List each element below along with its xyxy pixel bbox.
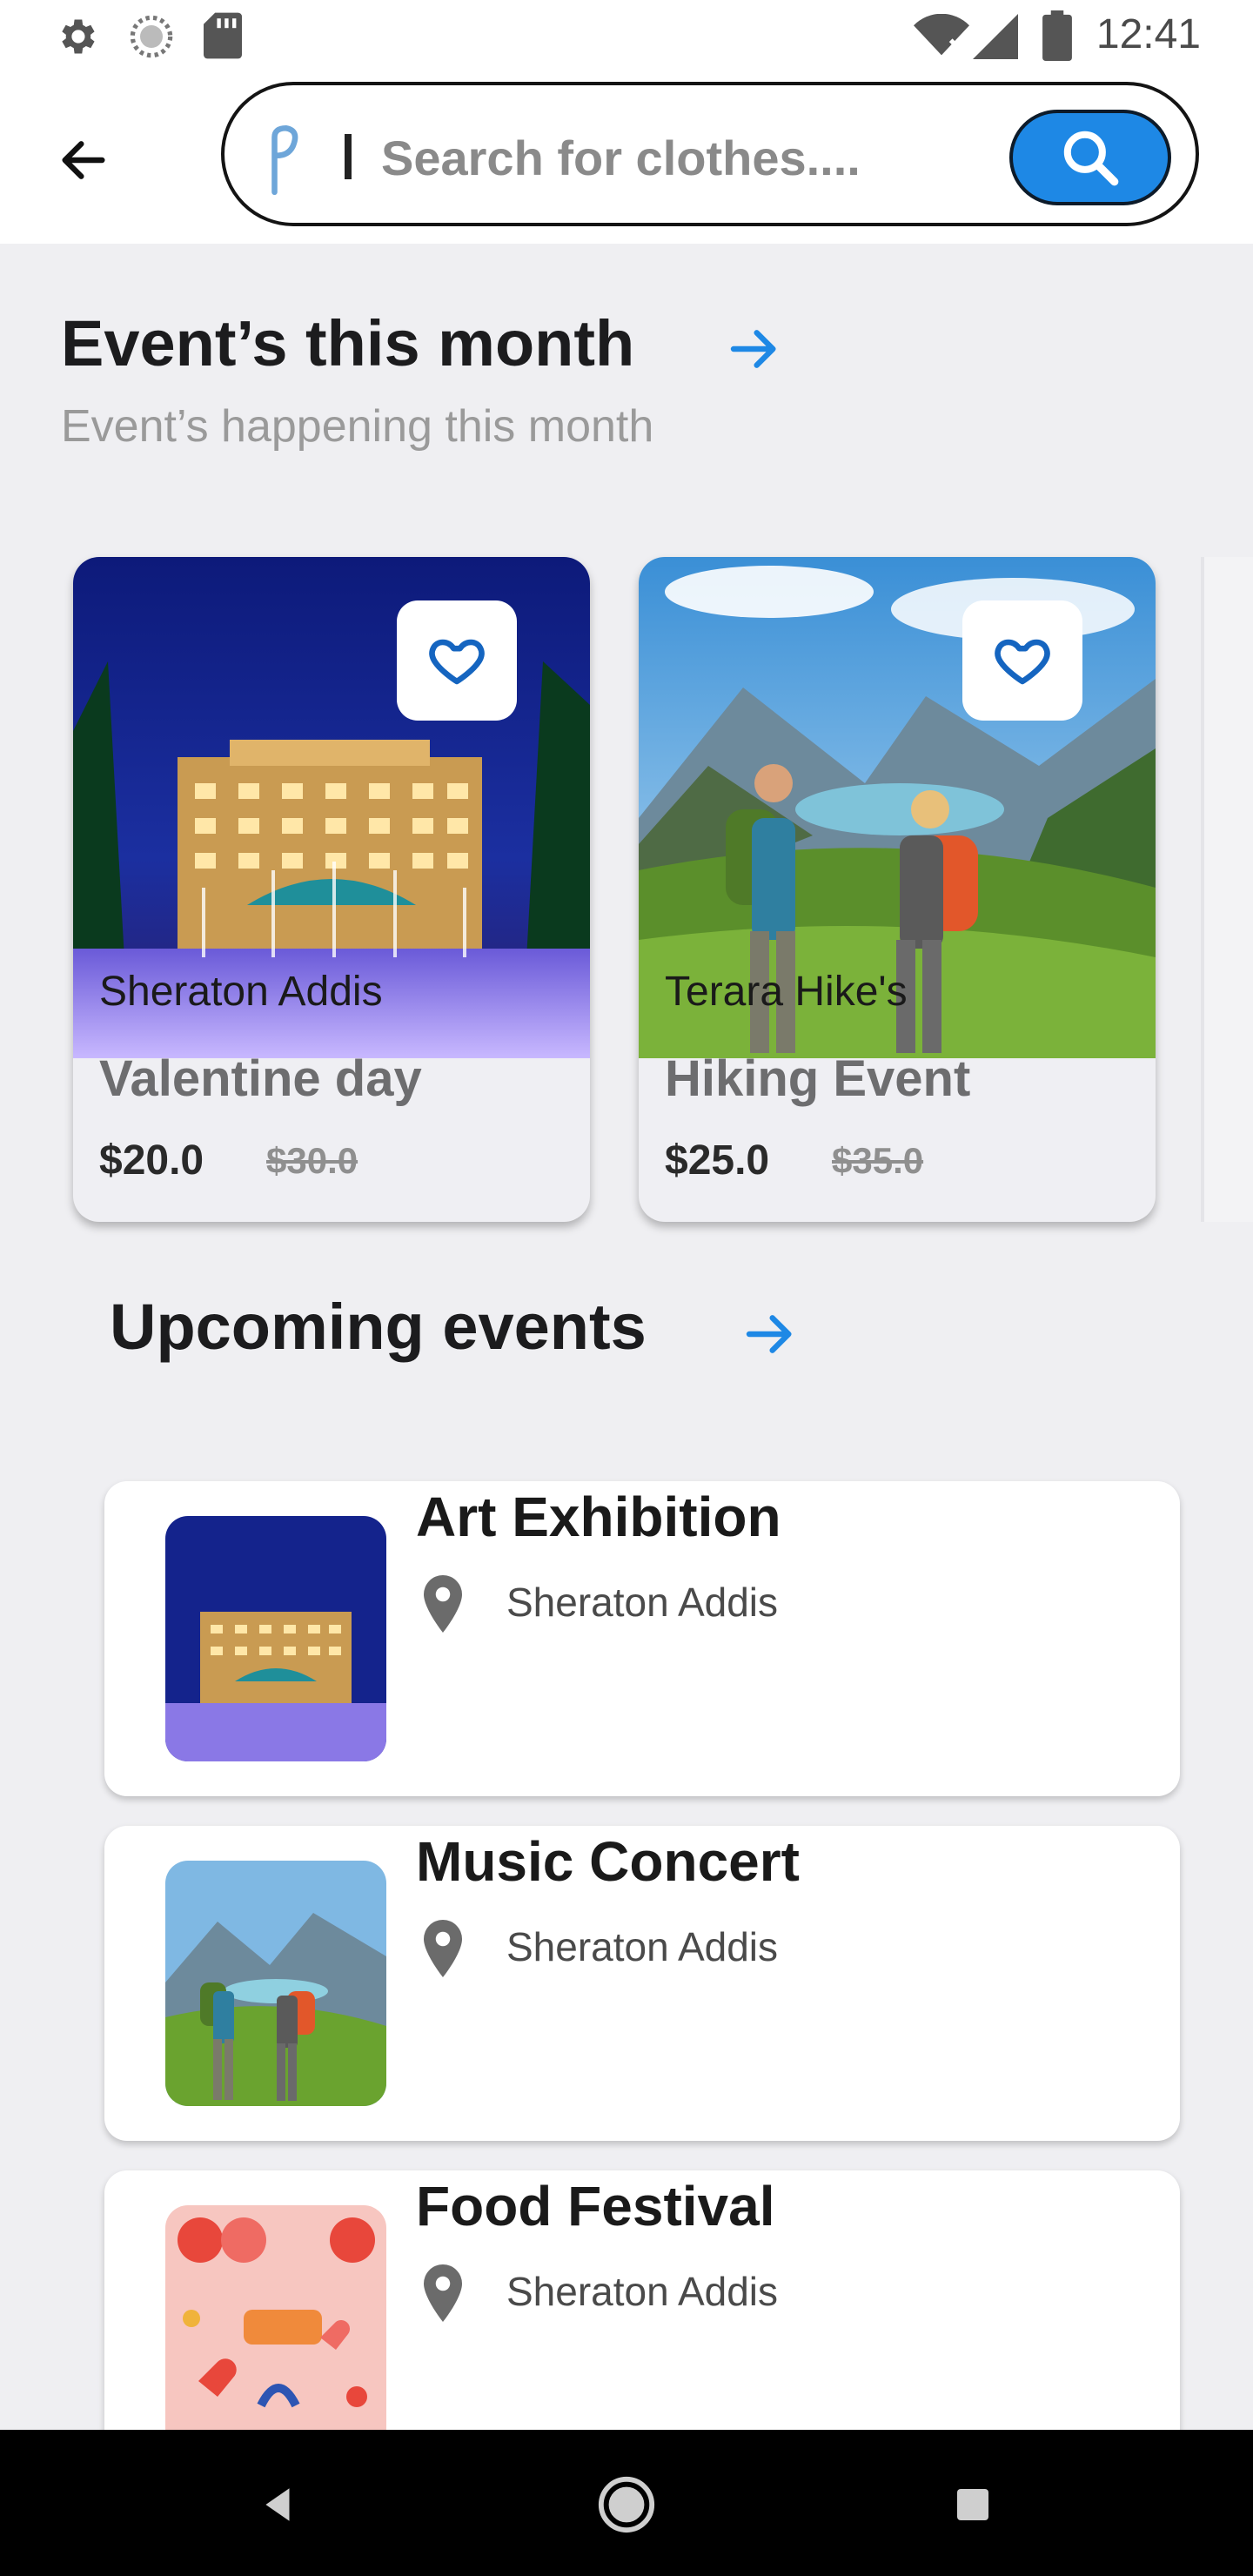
status-bar: 12:41: [0, 0, 1253, 73]
event-title: Music Concert: [416, 1830, 800, 1893]
event-title: Art Exhibition: [416, 1486, 781, 1548]
location-pin-icon: [424, 1920, 462, 1977]
list-item[interactable]: Art Exhibition Sheraton Addis: [104, 1481, 1180, 1796]
event-venue: Sheraton Addis: [506, 2269, 779, 2314]
event-card[interactable]: Sheraton Addis Valentine day $20.0 $30.0: [73, 557, 590, 1222]
nav-back-button[interactable]: [244, 2470, 313, 2539]
search-input[interactable]: [379, 122, 870, 193]
event-price: $25.0: [665, 1137, 770, 1184]
favorite-button[interactable]: [397, 600, 517, 721]
arrow-left-icon: [62, 141, 105, 179]
gear-icon: [62, 19, 95, 54]
heart-icon: [429, 639, 485, 685]
back-button[interactable]: [49, 125, 118, 195]
event-card-peek[interactable]: [1201, 557, 1253, 1222]
event-thumbnail: [165, 2205, 386, 2451]
app-header: [0, 73, 1253, 244]
favorite-button[interactable]: [962, 600, 1082, 721]
heart-icon: [995, 639, 1050, 685]
signal-icon: [973, 14, 1018, 59]
event-venue: Sheraton Addis: [99, 969, 383, 1015]
system-nav-bar: [0, 2430, 1253, 2576]
recents-square-icon: [957, 2489, 988, 2520]
event-price: $20.0: [99, 1137, 204, 1184]
location-pin-icon: [424, 2264, 462, 2322]
event-old-price: $35.0: [832, 1140, 924, 1181]
event-title: Food Festival: [416, 2175, 775, 2237]
event-venue: Sheraton Addis: [506, 1924, 779, 1969]
nav-recents-button[interactable]: [938, 2470, 1008, 2539]
search-icon: [1063, 131, 1119, 186]
see-all-month-button[interactable]: [724, 319, 785, 379]
section-title-month: Event’s this month: [61, 307, 635, 379]
section-title-upcoming: Upcoming events: [110, 1291, 647, 1363]
event-card[interactable]: Terara Hike's Hiking Event $25.0 $35.0: [639, 557, 1156, 1222]
arrow-right-icon: [730, 330, 776, 368]
sync-icon: [130, 15, 173, 58]
brand-logo-icon: [271, 124, 298, 196]
battery-icon: [1042, 10, 1072, 61]
search-bar[interactable]: [221, 82, 1199, 226]
arrow-right-icon: [746, 1315, 792, 1353]
section-subtitle-month: Event’s happening this month: [61, 401, 654, 452]
event-thumbnail: [165, 1516, 386, 1761]
wifi-icon: [914, 14, 969, 56]
status-time: 12:41: [1096, 11, 1201, 57]
text-cursor: [345, 134, 352, 179]
list-item[interactable]: Music Concert Sheraton Addis: [104, 1826, 1180, 2141]
location-pin-icon: [424, 1575, 462, 1633]
event-thumbnail: [165, 1861, 386, 2106]
back-triangle-icon: [265, 2488, 290, 2521]
nav-home-button[interactable]: [592, 2470, 661, 2539]
sd-card-icon: [204, 12, 242, 59]
event-name: Valentine day: [99, 1050, 422, 1107]
home-circle-icon: [598, 2476, 655, 2533]
search-button[interactable]: [1009, 110, 1171, 205]
see-all-upcoming-button[interactable]: [740, 1304, 801, 1365]
event-old-price: $30.0: [266, 1140, 358, 1181]
event-venue: Terara Hike's: [665, 969, 908, 1015]
event-venue: Sheraton Addis: [506, 1580, 779, 1625]
event-name: Hiking Event: [665, 1050, 971, 1107]
